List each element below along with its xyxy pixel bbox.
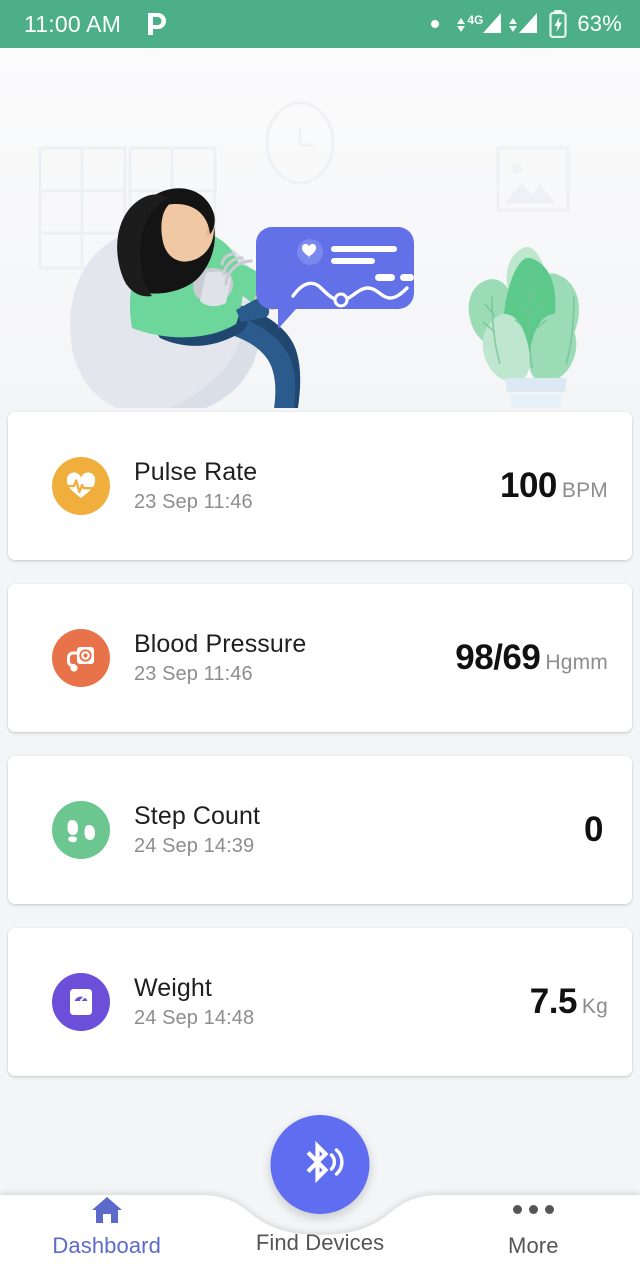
metric-value: 100 (499, 466, 557, 505)
hero-illustration (0, 48, 640, 408)
p-logo-icon (143, 9, 169, 39)
status-bar-indicators: 4G 63% (431, 10, 622, 38)
metrics-list: Pulse Rate 23 Sep 11:46 100 BPM Blood Pr… (0, 412, 640, 1100)
metric-card-pulse-rate[interactable]: Pulse Rate 23 Sep 11:46 100 BPM (8, 412, 632, 560)
metric-title: Weight (134, 974, 212, 1003)
metric-value: 98/69 (455, 638, 541, 677)
nav-label-dashboard: Dashboard (52, 1232, 161, 1258)
metric-card-blood-pressure[interactable]: Blood Pressure 23 Sep 11:46 98/69 Hgmm (8, 584, 632, 732)
bluetooth-searching-icon (306, 1140, 344, 1183)
metric-value: 7.5 (529, 982, 578, 1021)
bluetooth-scan-fab[interactable] (270, 1115, 370, 1214)
metric-text-group: Pulse Rate 23 Sep 11:46 (134, 458, 257, 514)
metric-text-group: Blood Pressure 23 Sep 11:46 (134, 630, 306, 686)
nav-label-find-devices: Find Devices (255, 1230, 385, 1255)
metric-value-group: 7.5 Kg (530, 982, 608, 1022)
nav-item-dashboard[interactable]: Dashboard (0, 1175, 213, 1270)
nav-label-more: More (508, 1232, 559, 1258)
sim2-signal-group (509, 13, 538, 35)
metric-unit: Kg (581, 995, 608, 1018)
signal-bars-icon-2 (519, 13, 538, 33)
metric-value-group: 98/69 Hgmm (455, 638, 608, 678)
metric-timestamp: 23 Sep 11:46 (134, 662, 253, 685)
metric-value-group: 100 BPM (500, 466, 608, 506)
potted-plant (468, 247, 580, 408)
picture-frame (496, 146, 570, 212)
battery-charging-icon (549, 10, 567, 38)
weight-scale-icon (52, 973, 110, 1031)
metric-timestamp: 24 Sep 14:39 (134, 834, 255, 857)
signal-bars-icon (483, 13, 502, 33)
status-bar: 11:00 AM 4G 63% (0, 0, 640, 48)
app-screen: 11:00 AM 4G 63% Pulse Rate 23 Sep 11:46 … (0, 0, 640, 1270)
metric-unit: Hgmm (545, 651, 608, 674)
metric-value-group: 0 (584, 810, 608, 850)
metric-title: Step Count (134, 802, 261, 831)
metric-title: Pulse Rate (134, 458, 258, 487)
metric-text-group: Step Count 24 Sep 14:39 (134, 802, 260, 858)
metric-card-weight[interactable]: Weight 24 Sep 14:48 7.5 Kg (8, 928, 632, 1076)
more-dots-icon (512, 1195, 554, 1225)
footsteps-icon (52, 801, 110, 859)
data-transfer-arrows-icon-2 (509, 18, 518, 32)
metric-text-group: Weight 24 Sep 14:48 (134, 974, 254, 1030)
woman-measuring-blood-pressure-illustration (38, 101, 580, 408)
metric-timestamp: 23 Sep 11:46 (134, 490, 253, 513)
heart-pulse-icon (52, 457, 110, 515)
metric-unit: BPM (561, 479, 608, 502)
data-transfer-arrows-icon (457, 18, 466, 32)
home-icon (90, 1195, 124, 1225)
blood-pressure-monitor-icon (52, 629, 110, 687)
battery-percentage-label: 63% (577, 11, 622, 36)
notification-dot-icon (431, 20, 440, 28)
metric-timestamp: 24 Sep 14:48 (134, 1006, 255, 1029)
nav-item-more[interactable]: More (427, 1175, 640, 1270)
sim1-signal-group: 4G (457, 13, 502, 35)
metric-value: 0 (584, 810, 603, 849)
metric-card-step-count[interactable]: Step Count 24 Sep 14:39 0 (8, 756, 632, 904)
network-type-label: 4G (467, 13, 484, 27)
metric-title: Blood Pressure (134, 630, 307, 659)
chat-bubble-chart (256, 227, 414, 329)
status-bar-clock: 11:00 AM (24, 10, 122, 37)
